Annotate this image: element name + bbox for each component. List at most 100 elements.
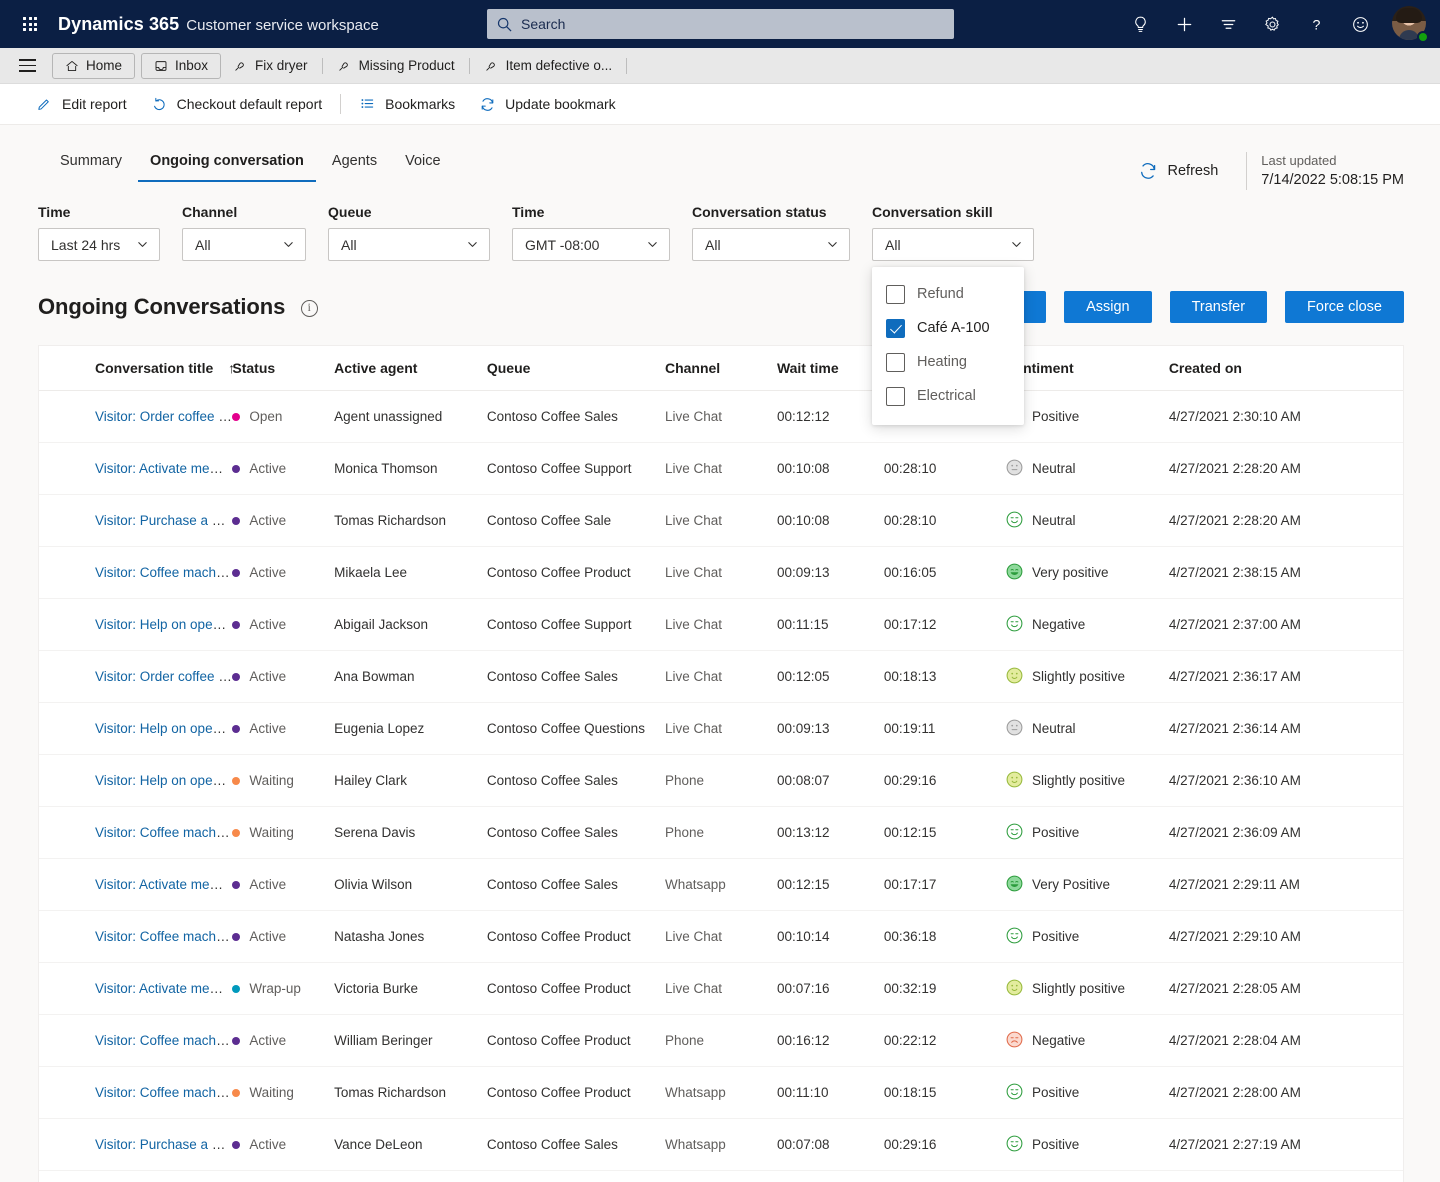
- sentiment-cell: Positive: [1006, 927, 1169, 947]
- hamburger-menu-icon[interactable]: [8, 48, 46, 84]
- channel-cell: Live Chat: [664, 1170, 777, 1182]
- skill-option-heating[interactable]: Heating: [872, 345, 1024, 379]
- conversation-title-link[interactable]: Visitor: Activate membersh...: [95, 981, 232, 996]
- column-header-created-on[interactable]: Created on: [1168, 346, 1403, 391]
- refresh-area: Refresh Last updated 7/14/2022 5:08:15 P…: [1124, 151, 1404, 191]
- status-badge: Waiting: [232, 773, 334, 788]
- sentiment-cell: Slightly positive: [1006, 667, 1169, 687]
- lightbulb-icon[interactable]: [1120, 4, 1160, 44]
- table-row[interactable]: Visitor: Help on opening an... Active Abig…: [39, 598, 1403, 651]
- refresh-button[interactable]: Refresh: [1124, 155, 1233, 187]
- conversation-title-link[interactable]: Visitor: Activate membersh...: [95, 877, 232, 892]
- queue-cell: Contoso Coffee Sales: [486, 1170, 665, 1182]
- edit-report-button[interactable]: Edit report: [24, 87, 139, 121]
- session-tab-inbox[interactable]: Inbox: [141, 52, 222, 79]
- skill-option-cafe-a-100[interactable]: Café A-100: [872, 311, 1024, 345]
- status-label: Active: [249, 721, 287, 736]
- column-header-sentiment[interactable]: Sentiment: [1005, 346, 1169, 391]
- column-header-conversation-title[interactable]: Conversation title ↑: [39, 346, 235, 391]
- conversation-title-link[interactable]: Visitor: Coffee machine issu...: [95, 565, 232, 580]
- channel-cell: Live Chat: [664, 910, 777, 963]
- filter-conversation-status-select[interactable]: All: [692, 228, 850, 261]
- conversation-title-link[interactable]: Visitor: Order coffee bean s...: [95, 669, 232, 684]
- checkbox-unchecked-icon[interactable]: [886, 386, 905, 406]
- filter-conversation-skill-select[interactable]: All: [872, 228, 1034, 261]
- update-bookmark-button[interactable]: Update bookmark: [467, 87, 628, 121]
- table-row[interactable]: Visitor: Activate membersh... Wrap-up Vict…: [39, 962, 1403, 1015]
- transfer-button[interactable]: Transfer: [1169, 291, 1268, 323]
- info-icon[interactable]: i: [300, 299, 318, 317]
- help-icon[interactable]: ?: [1296, 4, 1336, 44]
- tab-voice[interactable]: Voice: [393, 147, 452, 182]
- filter-timezone-value: GMT -08:00: [525, 236, 600, 253]
- table-row[interactable]: Visitor: Help on opening an... Active Euge…: [39, 702, 1403, 755]
- conversation-title-link[interactable]: Visitor: Purchase a gift card...: [95, 1137, 232, 1152]
- table-row[interactable]: Visitor: Purchase a gift card...OpenAgen…: [39, 1170, 1403, 1182]
- app-launcher-icon[interactable]: [12, 0, 48, 48]
- session-tab-fix-dryer[interactable]: Fix dryer: [221, 53, 320, 79]
- chevron-down-icon: [828, 242, 837, 247]
- table-row[interactable]: Visitor: Activate membersh... Active Olivi…: [39, 858, 1403, 911]
- skill-option-refund[interactable]: Refund: [872, 277, 1024, 311]
- tab-ongoing-conversation[interactable]: Ongoing conversation: [138, 147, 316, 182]
- status-dot: [232, 672, 241, 681]
- table-row[interactable]: Visitor: Purchase a gift card... Active Va…: [39, 1118, 1403, 1171]
- smiley-icon[interactable]: [1340, 4, 1380, 44]
- conversation-title-link[interactable]: Visitor: Coffee machine issu...: [95, 1033, 232, 1048]
- table-row[interactable]: Visitor: Coffee machine issu... Waiting To…: [39, 1066, 1403, 1119]
- conversation-title-link[interactable]: Visitor: Coffee machine issu...: [95, 1085, 232, 1100]
- brand: Dynamics 365 Customer service workspace: [58, 14, 379, 35]
- session-tab-home[interactable]: Home: [52, 52, 136, 79]
- session-tab-missing-product[interactable]: Missing Product: [325, 53, 467, 79]
- tab-agents[interactable]: Agents: [320, 147, 389, 182]
- wait-time-cell: 00:09:13: [776, 546, 884, 599]
- force-close-button[interactable]: Force close: [1285, 291, 1404, 323]
- checkout-default-report-button[interactable]: Checkout default report: [139, 87, 335, 121]
- skill-option-electrical[interactable]: Electrical: [872, 379, 1024, 413]
- table-row[interactable]: Visitor: Activate membersh... Active Monic…: [39, 442, 1403, 495]
- table-row[interactable]: Visitor: Order coffee bean s... Open Agent…: [39, 390, 1403, 443]
- conversation-title-link[interactable]: Visitor: Activate membersh...: [95, 461, 232, 476]
- status-dot: [232, 568, 241, 577]
- table-row[interactable]: Visitor: Coffee machine issu... Active Nat…: [39, 910, 1403, 963]
- search-input[interactable]: Search: [487, 9, 954, 39]
- filter-time-range-select[interactable]: Last 24 hrs: [38, 228, 160, 261]
- session-tab-item-defective[interactable]: Item defective o...: [472, 53, 625, 79]
- filter-queue-select[interactable]: All: [328, 228, 490, 261]
- checkbox-checked-icon[interactable]: [886, 318, 905, 338]
- conversation-title-link[interactable]: Visitor: Purchase a gift card...: [95, 513, 232, 528]
- table-row[interactable]: Visitor: Purchase a gift card... Active To…: [39, 494, 1403, 547]
- conversation-title-link[interactable]: Visitor: Help on opening an...: [95, 773, 232, 788]
- conversation-title-link[interactable]: Visitor: Help on opening an...: [95, 721, 232, 736]
- conversation-title-link[interactable]: Visitor: Help on opening an...: [95, 617, 232, 632]
- tab-summary[interactable]: Summary: [48, 147, 134, 182]
- table-row[interactable]: Visitor: Help on opening an... Waiting Hai…: [39, 754, 1403, 807]
- conversation-title-link[interactable]: Visitor: Coffee machine issu...: [95, 825, 232, 840]
- column-header-status[interactable]: Status: [232, 346, 335, 391]
- conversation-title-link[interactable]: Visitor: Order coffee bean s...: [95, 409, 232, 424]
- checkbox-unchecked-icon[interactable]: [886, 352, 905, 372]
- plus-icon[interactable]: [1164, 4, 1204, 44]
- created-on-cell: 4/27/2021 2:28:00 AM: [1168, 1066, 1403, 1119]
- table-row[interactable]: Visitor: Coffee machine issu... Waiting Se…: [39, 806, 1403, 859]
- created-on-cell: 4/27/2021 2:28:20 AM: [1168, 494, 1403, 547]
- gear-icon[interactable]: [1252, 4, 1292, 44]
- column-header-channel[interactable]: Channel: [664, 346, 777, 391]
- filter-timezone-select[interactable]: GMT -08:00: [512, 228, 670, 261]
- column-header-active-agent[interactable]: Active agent: [334, 346, 487, 391]
- conversation-title-link[interactable]: Visitor: Coffee machine issu...: [95, 929, 232, 944]
- column-header-wait-time[interactable]: Wait time: [776, 346, 884, 391]
- bookmarks-button[interactable]: Bookmarks: [347, 87, 467, 121]
- duration-cell: 00:28:10: [883, 494, 1006, 547]
- column-header-queue[interactable]: Queue: [486, 346, 665, 391]
- table-row[interactable]: Visitor: Coffee machine issu... Active Wil…: [39, 1014, 1403, 1067]
- checkbox-unchecked-icon[interactable]: [886, 284, 905, 304]
- active-agent-cell: Agent unassigned: [334, 390, 487, 443]
- avatar[interactable]: [1392, 6, 1429, 43]
- filter-icon[interactable]: [1208, 4, 1248, 44]
- table-row[interactable]: Visitor: Coffee machine issu... Active Mik…: [39, 546, 1403, 599]
- filter-channel-select[interactable]: All: [182, 228, 306, 261]
- assign-button[interactable]: Assign: [1064, 291, 1152, 323]
- created-on-cell: 4/27/2021 2:28:04 AM: [1168, 1014, 1403, 1067]
- table-row[interactable]: Visitor: Order coffee bean s... Active Ana…: [39, 650, 1403, 703]
